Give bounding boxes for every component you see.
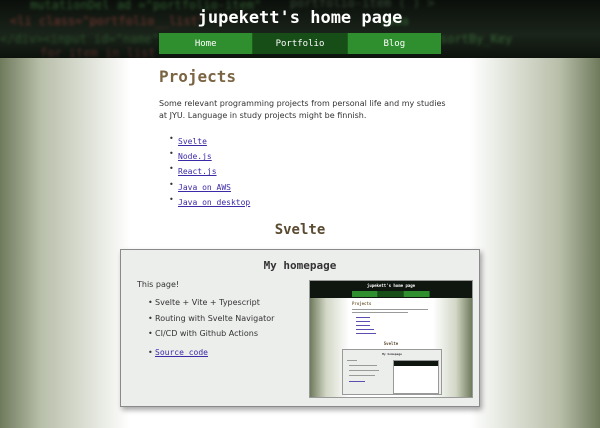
toc-item: Java on AWS — [169, 177, 441, 192]
nav-blog[interactable]: Blog — [347, 33, 441, 54]
project-card: My homepage This page! Svelte + Vite + T… — [120, 249, 480, 407]
feature-item: CI/CD with Github Actions — [148, 326, 274, 342]
main-nav: Home Portfolio Blog — [159, 33, 441, 54]
screenshot-section-title: Svelte — [383, 341, 399, 346]
toc-link-nodejs[interactable]: Node.js — [178, 152, 212, 161]
site-title: jupekett's home page — [197, 8, 403, 28]
section-title-svelte: Svelte — [274, 222, 326, 238]
feature-list: Svelte + Vite + Typescript Routing with … — [148, 295, 274, 342]
toc-item: Java on desktop — [169, 192, 441, 207]
toc-link-java-aws[interactable]: Java on AWS — [178, 183, 231, 192]
project-screenshot[interactable]: jupekett's home page Projects Svelte My … — [309, 280, 473, 398]
page-title: Projects — [159, 67, 237, 86]
card-title: My homepage — [263, 259, 337, 272]
toc-item: React.js — [169, 161, 441, 176]
nav-home[interactable]: Home — [159, 33, 254, 54]
screenshot-site-title: jupekett's home page — [366, 283, 416, 288]
toc-item: Node.js — [169, 146, 441, 161]
source-item: Source code — [148, 348, 208, 357]
screenshot-header: jupekett's home page — [310, 281, 472, 298]
screenshot-card: My homepage — [342, 349, 442, 395]
toc-link-svelte[interactable]: Svelte — [178, 137, 207, 146]
card-description: This page! — [137, 280, 180, 289]
screenshot-card-title: My homepage — [382, 352, 402, 356]
feature-item: Routing with Svelte Navigator — [148, 311, 274, 327]
toc-link-reactjs[interactable]: React.js — [178, 167, 217, 176]
feature-item: Svelte + Vite + Typescript — [148, 295, 274, 311]
intro-text: Some relevant programming projects from … — [159, 99, 446, 120]
screenshot-nav — [352, 291, 430, 297]
site-header: < mutationDel ad ="portfolio-item" portf… — [0, 0, 600, 58]
toc-link-java-desktop[interactable]: Java on desktop — [178, 198, 250, 207]
nav-portfolio[interactable]: Portfolio — [253, 33, 348, 54]
screenshot-nested-preview — [393, 360, 439, 394]
project-toc: Svelte Node.js React.js Java on AWS Java… — [169, 131, 441, 207]
main-content: Projects Some relevant programming proje… — [159, 58, 446, 207]
screenshot-page-title: Projects — [352, 301, 372, 306]
source-code-link[interactable]: Source code — [155, 348, 208, 357]
toc-item: Svelte — [169, 131, 441, 146]
